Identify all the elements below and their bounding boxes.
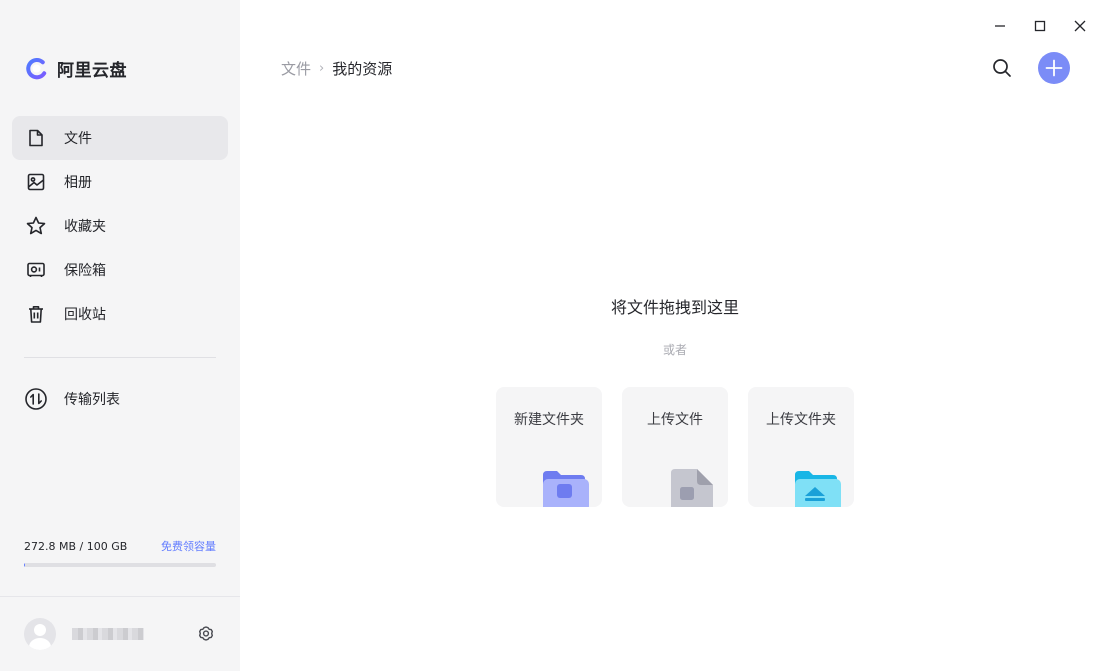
add-button[interactable] xyxy=(1038,52,1070,84)
sidebar-item-label: 传输列表 xyxy=(64,392,120,408)
sidebar-item-files[interactable]: 文件 xyxy=(12,116,228,160)
storage-usage: 272.8 MB / 100 GB 免费领容量 xyxy=(24,538,216,567)
breadcrumb: 文件 › 我的资源 xyxy=(281,58,392,78)
sidebar-item-label: 收藏夹 xyxy=(64,219,106,235)
sidebar-divider xyxy=(24,357,216,358)
free-capacity-link[interactable]: 免费领容量 xyxy=(161,538,216,554)
sidebar-item-favorites[interactable]: 收藏夹 xyxy=(12,204,228,248)
sidebar-item-transfer[interactable]: 传输列表 xyxy=(12,377,228,421)
drop-area-or: 或者 xyxy=(662,343,687,357)
settings-icon[interactable] xyxy=(196,624,216,644)
upload-folder-icon xyxy=(795,471,841,507)
search-icon[interactable] xyxy=(990,56,1014,80)
drop-area-title: 将文件拖拽到这里 xyxy=(610,298,739,317)
trash-icon xyxy=(24,302,48,326)
breadcrumb-root[interactable]: 文件 xyxy=(281,58,311,79)
sidebar-item-safe[interactable]: 保险箱 xyxy=(12,248,228,292)
sidebar: 阿里云盘 文件 相册 收藏夹 保险箱 回收站 传输列表 272.8 MB / 1… xyxy=(0,0,240,671)
transfer-icon xyxy=(24,387,48,411)
upload-file-button[interactable]: 上传文件 xyxy=(622,387,728,507)
sidebar-item-label: 保险箱 xyxy=(64,263,106,279)
plus-icon xyxy=(1045,59,1063,77)
storage-usage-text: 272.8 MB / 100 GB xyxy=(24,539,128,553)
app-name: 阿里云盘 xyxy=(57,60,127,81)
photo-album-icon xyxy=(24,170,48,194)
sidebar-nav: 文件 相册 收藏夹 保险箱 回收站 xyxy=(12,116,228,336)
close-icon[interactable] xyxy=(1070,16,1090,36)
new-folder-button[interactable]: 新建文件夹 xyxy=(496,387,602,507)
card-label: 新建文件夹 xyxy=(514,412,584,428)
card-label: 上传文件 xyxy=(647,412,703,428)
minimize-icon[interactable] xyxy=(990,16,1010,36)
upload-folder-button[interactable]: 上传文件夹 xyxy=(748,387,854,507)
storage-progress-fill xyxy=(24,563,26,567)
safe-icon xyxy=(24,258,48,282)
file-icon xyxy=(24,126,48,150)
sidebar-bottom-divider xyxy=(0,596,240,597)
upload-file-icon xyxy=(671,469,713,507)
new-folder-icon xyxy=(543,471,589,507)
username-blurred xyxy=(72,628,144,640)
logo-icon xyxy=(26,57,47,79)
breadcrumb-current: 我的资源 xyxy=(332,59,393,78)
sidebar-item-label: 回收站 xyxy=(64,307,106,323)
star-icon xyxy=(24,214,48,238)
sidebar-item-label: 相册 xyxy=(64,175,92,191)
user-panel xyxy=(24,618,216,650)
breadcrumb-separator: › xyxy=(319,60,325,76)
sidebar-item-trash[interactable]: 回收站 xyxy=(12,292,228,336)
sidebar-item-label: 文件 xyxy=(64,131,92,147)
storage-progress-bar xyxy=(24,563,216,567)
transfer-list-nav: 传输列表 xyxy=(12,377,228,421)
sidebar-item-album[interactable]: 相册 xyxy=(12,160,228,204)
app-logo: 阿里云盘 xyxy=(24,56,127,81)
card-label: 上传文件夹 xyxy=(766,412,836,428)
maximize-icon[interactable] xyxy=(1030,16,1050,36)
avatar[interactable] xyxy=(24,618,56,650)
